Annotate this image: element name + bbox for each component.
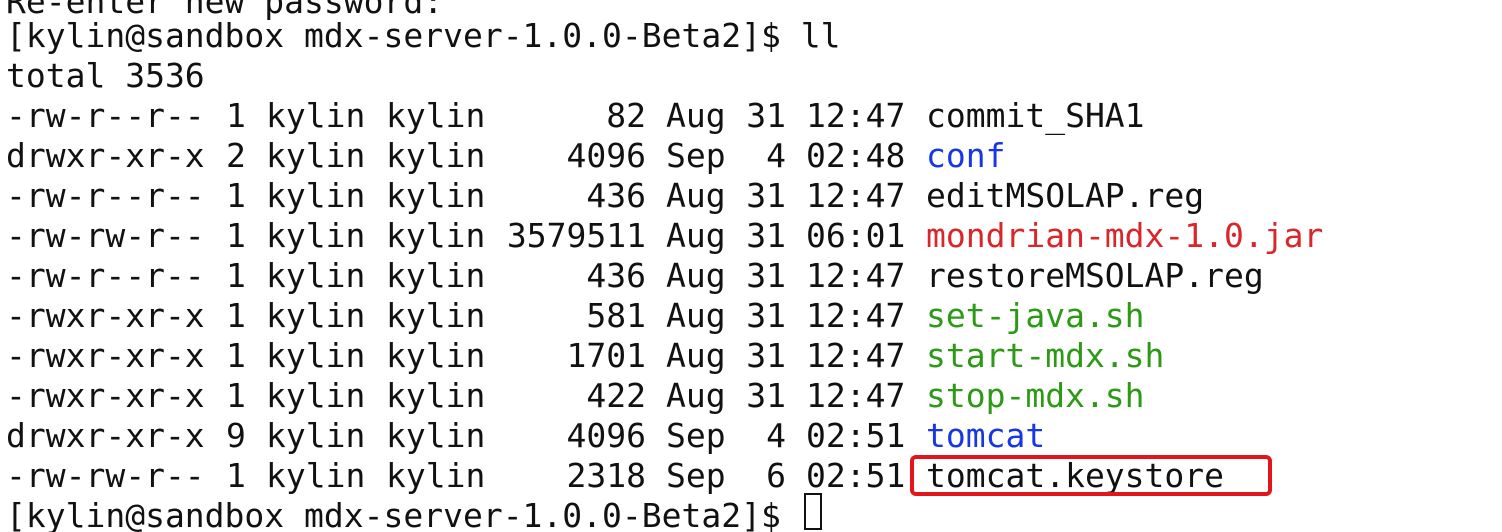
file-time: 06:01 [806,216,906,255]
file-link-count: 1 [226,96,246,135]
file-month: Aug [666,256,726,295]
file-link-count: 1 [226,176,246,215]
file-permissions: -rw-r--r-- [6,96,205,135]
file-size: 1701 [566,336,646,375]
file-name: conf [926,136,1006,175]
file-size: 581 [586,296,646,335]
prompt-line-current: [kylin@sandbox mdx-server-1.0.0-Beta2]$ [6,496,781,532]
file-time: 12:47 [806,376,906,415]
file-permissions: -rwxr-xr-x [6,336,205,375]
file-group: kylin [386,256,486,295]
file-link-count: 2 [226,136,246,175]
file-size: 2318 [566,456,646,495]
file-permissions: -rw-rw-r-- [6,216,205,255]
file-month: Aug [666,296,726,335]
file-month: Aug [666,336,726,375]
file-permissions: -rwxr-xr-x [6,296,205,335]
file-owner: kylin [266,96,366,135]
file-owner: kylin [266,336,366,375]
file-day: 31 [746,376,786,415]
file-permissions: -rw-r--r-- [6,176,205,215]
file-link-count: 1 [226,336,246,375]
file-permissions: -rwxr-xr-x [6,376,205,415]
file-link-count: 1 [226,256,246,295]
file-month: Aug [666,176,726,215]
file-size: 4096 [566,136,646,175]
file-time: 12:47 [806,256,906,295]
file-owner: kylin [266,376,366,415]
file-owner: kylin [266,456,366,495]
file-day: 6 [766,456,786,495]
file-time: 12:47 [806,96,906,135]
total-line: total 3536 [6,56,205,95]
file-size: 436 [586,256,646,295]
file-group: kylin [386,136,486,175]
terminal-cursor [804,493,822,530]
file-time: 12:47 [806,336,906,375]
file-day: 4 [766,136,786,175]
file-group: kylin [386,416,486,455]
file-day: 31 [746,176,786,215]
file-time: 12:47 [806,176,906,215]
file-day: 31 [746,96,786,135]
file-link-count: 9 [226,416,246,455]
file-day: 31 [746,336,786,375]
file-name: restoreMSOLAP.reg [926,256,1264,295]
file-month: Aug [666,216,726,255]
file-day: 4 [766,416,786,455]
file-permissions: -rw-r--r-- [6,256,205,295]
file-name: commit_SHA1 [926,96,1145,135]
file-name: tomcat [926,416,1046,455]
file-name: set-java.sh [926,296,1145,335]
file-size: 82 [606,96,646,135]
file-name: stop-mdx.sh [926,376,1145,415]
file-size: 4096 [566,416,646,455]
file-size: 3579511 [506,216,646,255]
file-month: Sep [666,136,726,175]
file-month: Sep [666,456,726,495]
file-permissions: -rw-rw-r-- [6,456,205,495]
file-size: 422 [586,376,646,415]
file-day: 31 [746,296,786,335]
file-group: kylin [386,456,486,495]
keystore-highlight-box [910,455,1272,496]
file-month: Aug [666,96,726,135]
file-group: kylin [386,376,486,415]
file-name: mondrian-mdx-1.0.jar [926,216,1324,255]
file-name: start-mdx.sh [926,336,1165,375]
terminal-window[interactable]: Re-enter new password: [kylin@sandbox md… [0,0,1502,532]
prompt-line-ll: [kylin@sandbox mdx-server-1.0.0-Beta2]$ … [6,16,841,55]
file-time: 02:48 [806,136,906,175]
file-day: 31 [746,216,786,255]
file-owner: kylin [266,416,366,455]
file-owner: kylin [266,256,366,295]
file-size: 436 [586,176,646,215]
file-month: Aug [666,376,726,415]
file-group: kylin [386,176,486,215]
file-name: editMSOLAP.reg [926,176,1205,215]
file-permissions: drwxr-xr-x [6,416,205,455]
file-day: 31 [746,256,786,295]
file-link-count: 1 [226,376,246,415]
file-permissions: drwxr-xr-x [6,136,205,175]
file-time: 02:51 [806,416,906,455]
file-owner: kylin [266,176,366,215]
file-month: Sep [666,416,726,455]
file-time: 02:51 [806,456,906,495]
file-time: 12:47 [806,296,906,335]
file-owner: kylin [266,216,366,255]
file-group: kylin [386,336,486,375]
file-link-count: 1 [226,296,246,335]
file-link-count: 1 [226,216,246,255]
file-group: kylin [386,96,486,135]
file-link-count: 1 [226,456,246,495]
file-owner: kylin [266,296,366,335]
file-group: kylin [386,216,486,255]
file-owner: kylin [266,136,366,175]
file-group: kylin [386,296,486,335]
